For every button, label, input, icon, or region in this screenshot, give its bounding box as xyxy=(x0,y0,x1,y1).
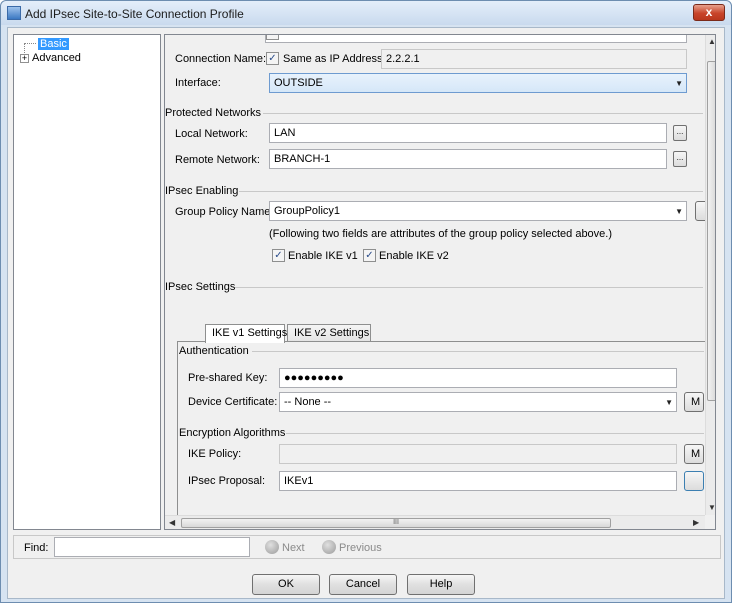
enable-ikev1-label: Enable IKE v1 xyxy=(288,250,358,262)
connection-name-field: 2.2.2.1 xyxy=(381,49,687,69)
ike-v1-settings-panel: Authentication Pre-shared Key: ●●●●●●●●●… xyxy=(177,341,715,529)
authentication-title: Authentication xyxy=(179,345,249,357)
manage-ike-policy-button-partial[interactable]: M xyxy=(684,444,704,464)
tab-ike-v1-settings[interactable]: IKE v1 Settings xyxy=(205,324,287,343)
ipsec-settings-title: IPsec Settings xyxy=(165,281,236,293)
tab-ike-v2-settings[interactable]: IKE v2 Settings xyxy=(287,324,371,342)
app-icon xyxy=(7,6,21,20)
section-divider xyxy=(263,113,703,114)
tree-item-basic[interactable]: Basic xyxy=(38,38,69,50)
device-certificate-select[interactable]: -- None -- ▼ xyxy=(279,392,677,412)
interface-label: Interface: xyxy=(175,77,221,89)
ike-policy-field xyxy=(279,444,677,464)
device-certificate-value: -- None -- xyxy=(284,396,332,408)
window-title: Add IPsec Site-to-Site Connection Profil… xyxy=(25,7,244,21)
remote-network-field[interactable]: BRANCH-1 xyxy=(269,149,667,169)
ipsec-enabling-title: IPsec Enabling xyxy=(165,185,239,197)
ok-button[interactable]: OK xyxy=(252,574,320,595)
manage-certificate-button-partial[interactable]: M xyxy=(684,392,704,412)
enable-ikev2-checkbox[interactable]: ✓ xyxy=(363,249,376,262)
section-divider xyxy=(252,351,704,352)
close-button[interactable]: x xyxy=(693,4,725,21)
horizontal-scroll-thumb[interactable]: III xyxy=(181,518,611,528)
pre-shared-key-label: Pre-shared Key: xyxy=(188,372,268,384)
help-button[interactable]: Help xyxy=(407,574,475,595)
dialog-content: Basic + Advanced Connection Name: ✓ Same… xyxy=(7,27,725,599)
select-ipsec-proposal-button-partial[interactable] xyxy=(684,471,704,491)
protected-networks-title: Protected Networks xyxy=(165,107,261,119)
find-previous-button[interactable]: Previous xyxy=(339,542,382,554)
scroll-up-icon[interactable]: ▲ xyxy=(708,37,715,46)
find-next-button[interactable]: Next xyxy=(282,542,305,554)
dialog-window: Add IPsec Site-to-Site Connection Profil… xyxy=(0,0,732,603)
vertical-scrollbar[interactable]: ▲ ▼ xyxy=(705,35,715,515)
group-policy-note: (Following two fields are attributes of … xyxy=(269,228,613,240)
find-label: Find: xyxy=(24,542,49,554)
scroll-left-icon[interactable]: ◀ xyxy=(169,518,175,527)
section-divider xyxy=(286,433,704,434)
local-network-browse-button[interactable]: ... xyxy=(673,125,687,141)
checkbox-partial[interactable] xyxy=(266,35,279,40)
group-policy-value: GroupPolicy1 xyxy=(274,205,341,217)
local-network-field[interactable]: LAN xyxy=(269,123,667,143)
same-as-ip-checkbox[interactable]: ✓ xyxy=(266,52,279,65)
interface-select[interactable]: OUTSIDE ▼ xyxy=(269,73,687,93)
interface-value: OUTSIDE xyxy=(274,77,323,89)
peer-ip-field-partial[interactable] xyxy=(265,35,687,43)
ipsec-proposal-label: IPsec Proposal: xyxy=(188,475,266,487)
tree-item-advanced[interactable]: Advanced xyxy=(32,52,81,64)
previous-arrow-icon[interactable] xyxy=(322,540,336,554)
section-divider xyxy=(235,287,703,288)
device-certificate-label: Device Certificate: xyxy=(188,396,278,408)
chevron-down-icon: ▼ xyxy=(675,207,683,216)
horizontal-scrollbar[interactable]: ◀ III ▶ xyxy=(165,515,705,529)
scroll-down-icon[interactable]: ▼ xyxy=(708,503,715,512)
next-arrow-icon[interactable] xyxy=(265,540,279,554)
enable-ikev2-label: Enable IKE v2 xyxy=(379,250,449,262)
scroll-right-icon[interactable]: ▶ xyxy=(693,518,699,527)
ipsec-proposal-field[interactable]: IKEv1 xyxy=(279,471,677,491)
section-divider xyxy=(239,191,703,192)
remote-network-label: Remote Network: xyxy=(175,154,260,166)
ike-policy-label: IKE Policy: xyxy=(188,448,242,460)
expand-icon[interactable]: + xyxy=(20,54,29,63)
settings-pane: Connection Name: ✓ Same as IP Address 2.… xyxy=(164,34,716,530)
chevron-down-icon: ▼ xyxy=(665,398,673,407)
connection-name-label: Connection Name: xyxy=(175,53,267,65)
title-bar: Add IPsec Site-to-Site Connection Profil… xyxy=(1,1,731,25)
group-policy-select[interactable]: GroupPolicy1 ▼ xyxy=(269,201,687,221)
cancel-button[interactable]: Cancel xyxy=(329,574,397,595)
same-as-ip-label: Same as IP Address xyxy=(283,53,383,65)
tree-connector xyxy=(24,43,36,44)
find-input[interactable] xyxy=(54,537,250,557)
encryption-algorithms-title: Encryption Algorithms xyxy=(179,427,286,439)
enable-ikev1-checkbox[interactable]: ✓ xyxy=(272,249,285,262)
vertical-scroll-thumb[interactable] xyxy=(707,61,715,401)
remote-network-browse-button[interactable]: ... xyxy=(673,151,687,167)
chevron-down-icon: ▼ xyxy=(675,79,683,88)
local-network-label: Local Network: xyxy=(175,128,248,140)
navigation-tree: Basic + Advanced xyxy=(13,34,161,530)
pre-shared-key-field[interactable]: ●●●●●●●●● xyxy=(279,368,677,388)
group-policy-label: Group Policy Name: xyxy=(175,206,274,218)
find-bar: Find: Next Previous xyxy=(13,535,721,559)
